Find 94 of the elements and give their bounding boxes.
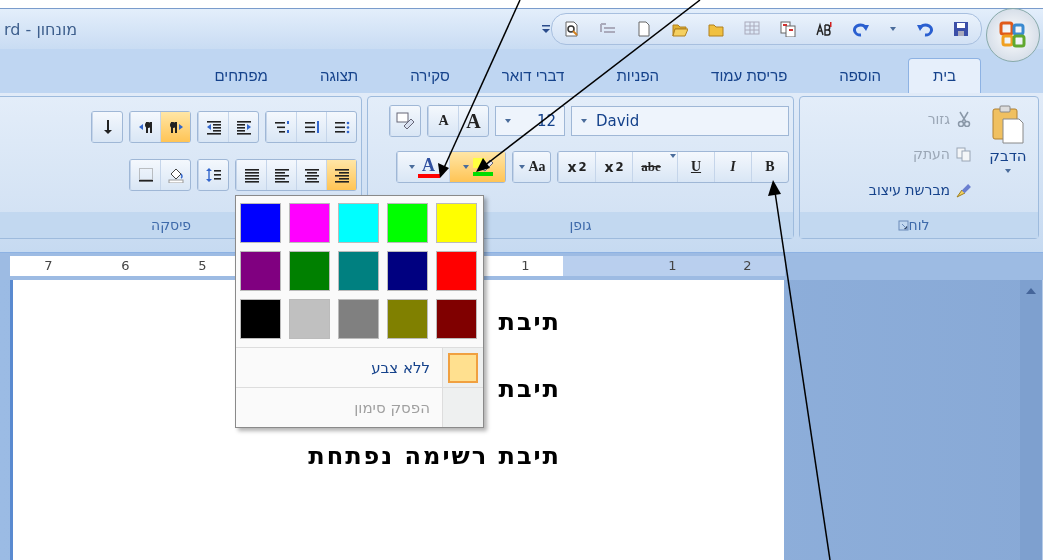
paintbrush-icon <box>956 182 972 199</box>
ribbon-tab[interactable]: דברי דואר <box>476 58 590 93</box>
strikethrough-button[interactable]: abe <box>632 152 669 182</box>
align-center-icon <box>303 167 320 183</box>
border-icon <box>137 167 154 183</box>
caret-icon <box>1004 167 1012 175</box>
format-painter-button[interactable]: מברשת עיצוב <box>864 180 976 201</box>
color-swatch[interactable] <box>436 299 477 339</box>
caret-icon <box>461 163 470 171</box>
color-swatch[interactable] <box>338 251 379 291</box>
office-logo-button[interactable] <box>986 8 1040 62</box>
ruler-number: 1 <box>520 257 531 275</box>
color-swatch[interactable] <box>387 203 428 243</box>
font-size-dropdown[interactable]: 12 <box>495 106 565 136</box>
caret-icon <box>518 163 527 171</box>
open-folder-icon <box>672 21 688 37</box>
color-swatch[interactable] <box>240 203 281 243</box>
grow-font-button[interactable]: A <box>458 106 488 136</box>
color-swatch[interactable] <box>436 251 477 291</box>
italic-button[interactable]: I <box>714 152 751 182</box>
caret-icon <box>407 163 416 171</box>
spelling-icon <box>816 21 833 37</box>
underline-button[interactable]: U <box>677 152 714 182</box>
document-line: תיבת <box>498 308 561 336</box>
new-document-icon <box>636 21 652 37</box>
clipboard-icon <box>990 105 1026 145</box>
ribbon-tab[interactable]: תצוגה <box>294 58 384 93</box>
ruler-number: 6 <box>120 257 131 275</box>
document-swap-icon <box>780 21 796 37</box>
right-to-left-icon <box>167 119 184 135</box>
shrink-font-button[interactable]: A <box>428 106 458 136</box>
align-right-icon <box>333 167 350 183</box>
color-swatch[interactable] <box>240 251 281 291</box>
justify-icon <box>243 167 260 183</box>
office-logo-icon <box>999 21 1027 49</box>
ruler-number: 7 <box>43 257 54 275</box>
paste-button[interactable]: הדבק <box>982 101 1034 208</box>
scroll-up-icon <box>1025 286 1037 296</box>
copy-icon <box>956 146 972 163</box>
eraser-icon <box>396 112 415 130</box>
ribbon-tab[interactable]: מפתחים <box>189 58 293 93</box>
undo-icon <box>917 21 933 37</box>
color-swatch[interactable] <box>289 251 330 291</box>
color-swatch[interactable] <box>338 299 379 339</box>
ribbon-tab[interactable]: פריסת עמוד <box>686 58 813 93</box>
customize-caret-icon <box>541 24 551 34</box>
group-label: גופן <box>569 217 592 233</box>
numbering-icon <box>303 119 320 135</box>
line-spacing-icon <box>205 167 222 183</box>
color-swatch[interactable] <box>289 299 330 339</box>
folder-icon <box>708 21 724 37</box>
save-icon <box>953 21 969 37</box>
ribbon-tab[interactable]: סקירה <box>385 58 475 93</box>
align-right-button[interactable] <box>326 160 356 190</box>
group-label: פיסקה <box>151 217 192 233</box>
right-to-left-button[interactable] <box>160 112 190 142</box>
left-to-right-icon <box>137 119 154 135</box>
print-preview-icon <box>564 21 580 37</box>
paint-bucket-icon <box>167 167 184 183</box>
caret-icon <box>580 117 588 125</box>
ribbon-tab[interactable]: בית <box>908 58 981 93</box>
document-line: תיבת רשימה נפתחת <box>308 442 561 470</box>
window-title: מונחון - rd <box>4 19 78 39</box>
color-swatch[interactable] <box>387 251 428 291</box>
redo-icon <box>853 21 869 37</box>
align-left-icon <box>273 167 290 183</box>
document-line: תיבת <box>498 375 561 403</box>
scissors-icon <box>956 110 972 127</box>
font-name-dropdown[interactable]: David <box>571 106 789 136</box>
scrollbar[interactable] <box>1020 280 1043 560</box>
table-icon <box>744 21 760 37</box>
color-swatch[interactable] <box>436 203 477 243</box>
highlight-button[interactable] <box>449 152 505 182</box>
multilevel-list-icon <box>273 119 290 135</box>
decrease-indent-icon <box>235 119 252 135</box>
color-swatch[interactable] <box>240 299 281 339</box>
group-label: לוח <box>908 217 930 233</box>
increase-indent-icon <box>205 119 222 135</box>
color-swatch[interactable] <box>289 203 330 243</box>
caret-icon <box>889 25 897 33</box>
ruler-number: 5 <box>197 257 208 275</box>
ruler-number: 2 <box>742 257 753 275</box>
menu-item[interactable]: ללא צבע <box>236 347 483 387</box>
dialog-launcher-icon <box>897 219 909 231</box>
bullets-icon <box>333 119 350 135</box>
caret-icon <box>504 117 512 125</box>
ribbon-tab[interactable]: הפניות <box>591 58 685 93</box>
ruler-number: 1 <box>667 257 678 275</box>
change-case-button[interactable]: Aa <box>513 152 550 182</box>
color-swatch[interactable] <box>338 203 379 243</box>
color-swatch[interactable] <box>387 299 428 339</box>
caret-icon <box>669 152 677 160</box>
ribbon-tab[interactable]: הוספה <box>814 58 907 93</box>
bold-button[interactable]: B <box>751 152 788 182</box>
